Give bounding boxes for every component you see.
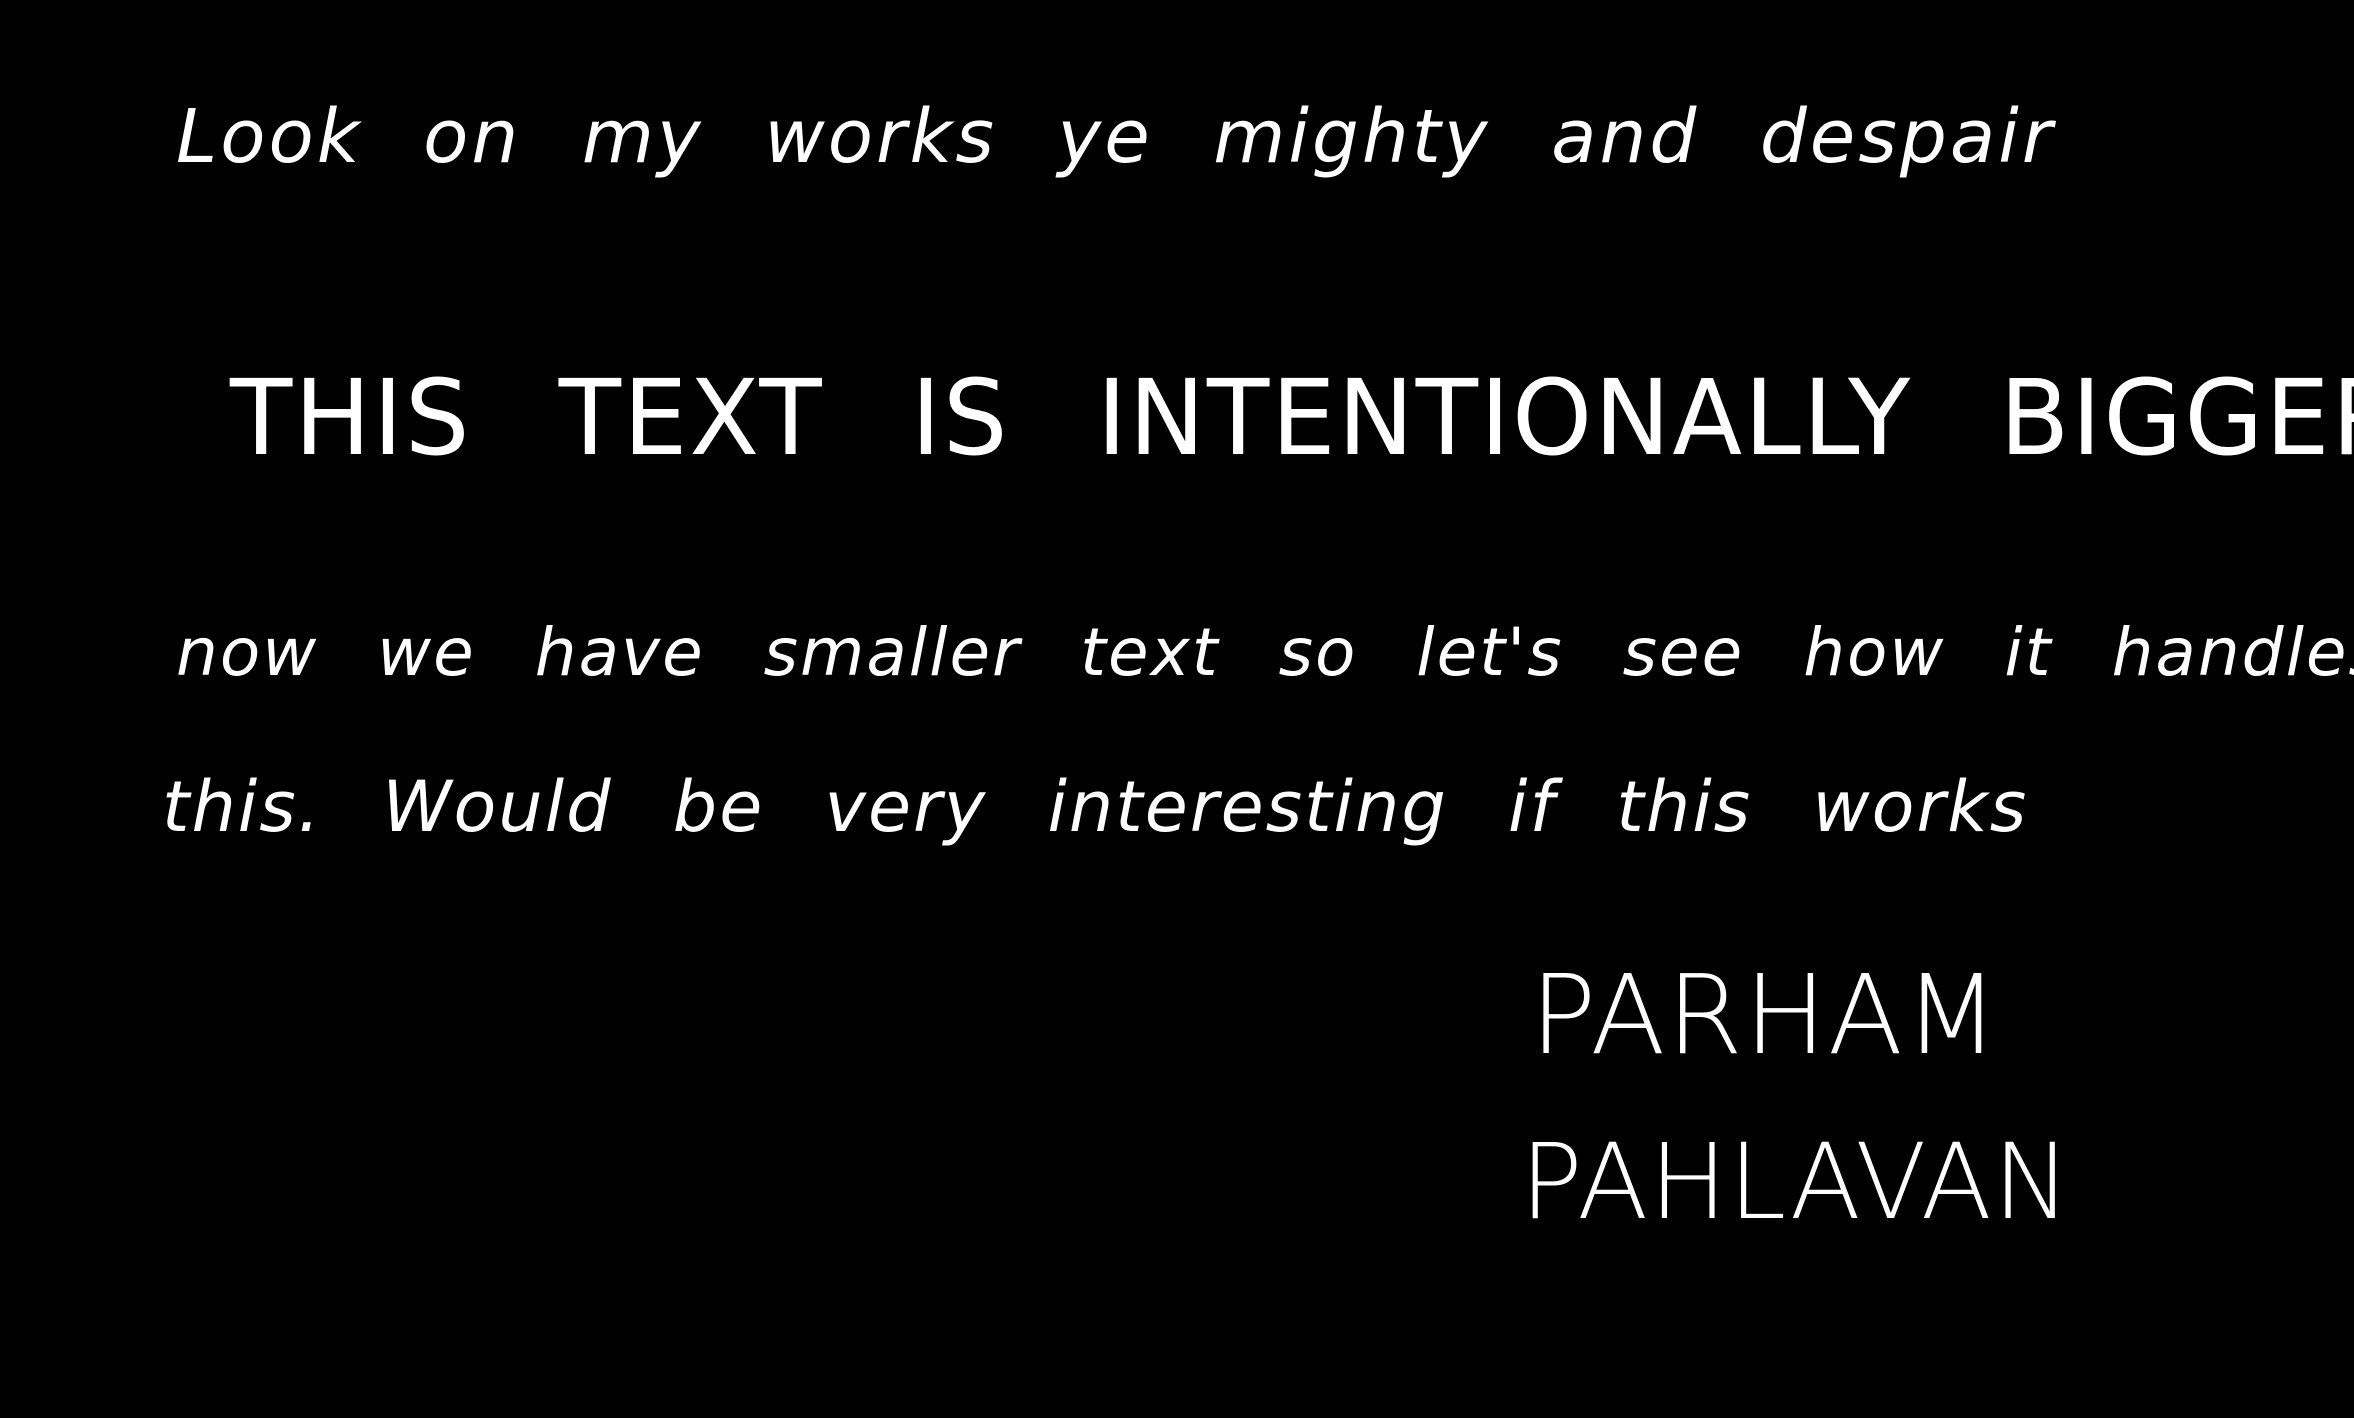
note-line-2-large: THIS TEXT IS INTENTIONALLY BIGGER [230,357,2354,479]
handwritten-note-page: Look on my works ye mighty and despair T… [0,0,2354,1418]
note-line-1: Look on my works ye mighty and despair [176,94,2056,180]
signature-last-name: PAHLAVAN [1520,1121,2072,1243]
note-line-3: now we have smaller text so let's see ho… [176,614,2354,691]
signature-first-name: PARHAM [1530,951,2000,1079]
note-line-4: this. Would be very interesting if this … [162,766,2029,848]
